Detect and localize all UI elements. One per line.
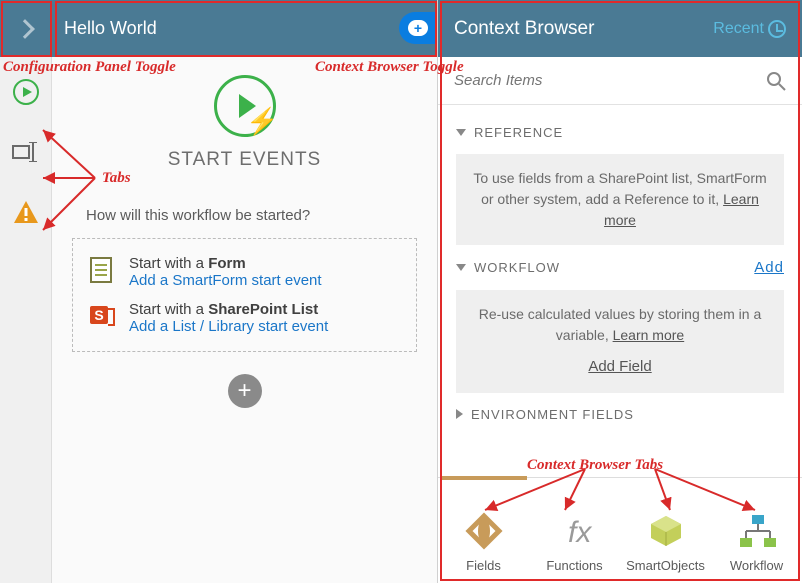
ctx-tab-smartobjects[interactable]: SmartObjects xyxy=(620,478,711,583)
section-workflow-header[interactable]: WORKFLOW Add xyxy=(456,251,784,284)
canvas: ⚡ START EVENTS How will this workflow be… xyxy=(52,57,437,583)
collapse-icon xyxy=(456,264,466,271)
option-form-link[interactable]: Add a SmartForm start event xyxy=(129,272,322,289)
section-reference-header[interactable]: REFERENCE xyxy=(456,117,784,148)
tab-errors[interactable] xyxy=(11,197,41,227)
ctx-tab-functions[interactable]: fx Functions xyxy=(529,478,620,583)
tab-start[interactable] xyxy=(11,77,41,107)
form-icon xyxy=(87,255,117,285)
recent-link[interactable]: Recent xyxy=(713,20,786,38)
context-title: Context Browser xyxy=(454,18,594,40)
svg-text:S: S xyxy=(94,307,103,323)
clock-icon xyxy=(768,20,786,38)
add-step-button[interactable]: + xyxy=(228,374,262,408)
ctx-tab-workflow[interactable]: Workflow xyxy=(711,478,802,583)
plus-pill-icon: + xyxy=(408,20,428,36)
workflow-icon xyxy=(736,510,778,552)
chevron-right-icon xyxy=(15,19,35,39)
option-sp-title: Start with a SharePoint List xyxy=(129,301,328,318)
start-events-label: START EVENTS xyxy=(168,149,321,171)
ctx-tab-fields-label: Fields xyxy=(466,558,501,573)
search-bar xyxy=(438,57,802,105)
collapse-icon xyxy=(456,129,466,136)
add-field-link[interactable]: Add Field xyxy=(470,356,770,379)
option-sp-link[interactable]: Add a List / Library start event xyxy=(129,318,328,335)
functions-icon: fx xyxy=(554,510,596,552)
ctx-tab-workflow-label: Workflow xyxy=(730,558,783,573)
config-panel-toggle[interactable] xyxy=(0,0,50,57)
bolt-icon: ⚡ xyxy=(246,106,278,137)
context-tabs: Fields fx Functions SmartObjects Workflo… xyxy=(438,477,802,583)
ctx-tab-functions-label: Functions xyxy=(546,558,602,573)
workflow-add-link[interactable]: Add xyxy=(754,259,784,276)
start-options: Start with a Form Add a SmartForm start … xyxy=(72,238,417,352)
search-input[interactable] xyxy=(454,72,766,89)
sharepoint-icon: S xyxy=(87,301,117,331)
tab-rename[interactable] xyxy=(11,137,41,167)
start-event-icon[interactable]: ⚡ xyxy=(214,75,276,137)
smartobjects-icon xyxy=(645,510,687,552)
ctx-tab-fields[interactable]: Fields xyxy=(438,478,529,583)
option-form-title: Start with a Form xyxy=(129,255,322,272)
search-icon[interactable] xyxy=(766,71,786,91)
section-env-fields-header[interactable]: ENVIRONMENT FIELDS xyxy=(456,399,784,430)
left-tabs xyxy=(0,57,52,583)
start-question: How will this workflow be started? xyxy=(86,207,310,224)
svg-text:fx: fx xyxy=(568,516,592,549)
expand-icon xyxy=(456,409,463,419)
ctx-tab-smartobjects-label: SmartObjects xyxy=(626,558,705,573)
workflow-title: Hello World xyxy=(64,18,157,39)
reference-info: To use fields from a SharePoint list, Sm… xyxy=(456,154,784,245)
option-form[interactable]: Start with a Form Add a SmartForm start … xyxy=(87,249,402,295)
option-sharepoint[interactable]: S Start with a SharePoint List Add a Lis… xyxy=(87,295,402,341)
context-browser-toggle[interactable]: + xyxy=(399,12,437,44)
main-header: Hello World + xyxy=(0,0,437,57)
fields-icon xyxy=(463,510,505,552)
workflow-learn-more[interactable]: Learn more xyxy=(613,327,685,343)
context-header: Context Browser Recent xyxy=(438,0,802,57)
workflow-info: Re-use calculated values by storing them… xyxy=(456,290,784,393)
